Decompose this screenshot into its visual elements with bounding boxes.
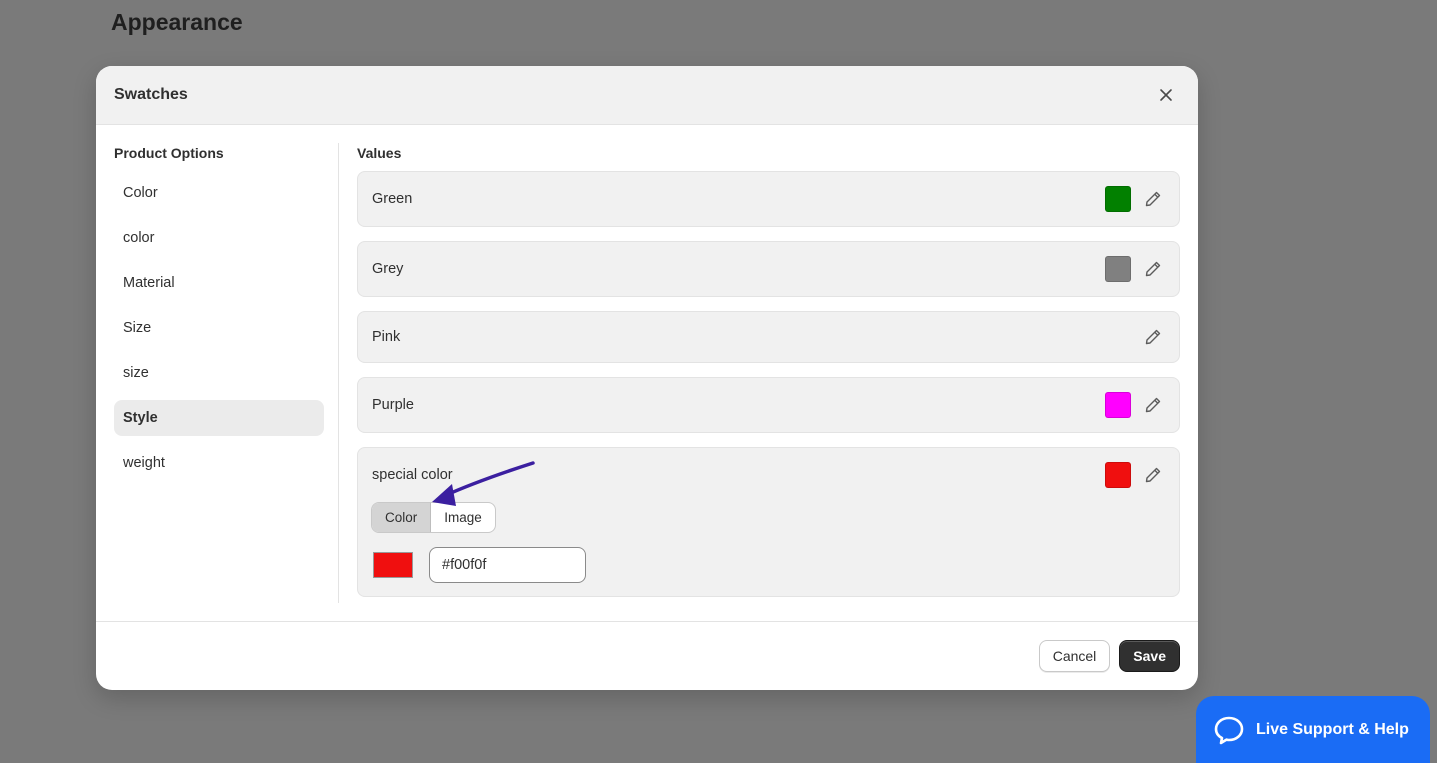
pencil-icon <box>1145 261 1161 277</box>
live-support-label: Live Support & Help <box>1256 720 1409 738</box>
tab-color[interactable]: Color <box>372 503 432 532</box>
value-card-pink: Pink <box>357 311 1180 363</box>
value-card-special-color: special color Color Image <box>357 447 1180 597</box>
modal-header: Swatches <box>96 66 1198 125</box>
color-preview[interactable] <box>373 552 413 578</box>
edit-button[interactable] <box>1141 187 1165 211</box>
modal-title: Swatches <box>114 86 188 103</box>
value-label: Pink <box>372 329 401 345</box>
value-label: Purple <box>372 397 414 413</box>
edit-button[interactable] <box>1141 257 1165 281</box>
value-card-grey: Grey <box>357 241 1180 297</box>
edit-button[interactable] <box>1141 393 1165 417</box>
modal-body: Product Options Color color Material Siz… <box>96 125 1198 622</box>
option-item-color[interactable]: Color <box>114 175 324 211</box>
values-list: Green Grey Pink Purple special color Col… <box>357 171 1180 597</box>
product-options-panel: Product Options Color color Material Siz… <box>114 145 324 490</box>
close-button[interactable] <box>1152 81 1180 109</box>
option-item-color-lower[interactable]: color <box>114 220 324 256</box>
live-support-button[interactable]: Live Support & Help <box>1196 696 1430 763</box>
hex-input[interactable] <box>429 547 586 583</box>
edit-button[interactable] <box>1141 463 1165 487</box>
value-label: special color <box>372 467 453 483</box>
color-swatch <box>1105 462 1131 488</box>
color-swatch <box>1105 256 1131 282</box>
value-label: Grey <box>372 261 404 277</box>
cancel-button[interactable]: Cancel <box>1038 640 1111 672</box>
product-options-heading: Product Options <box>114 145 224 161</box>
pencil-icon <box>1145 329 1161 345</box>
value-card-purple: Purple <box>357 377 1180 433</box>
values-heading: Values <box>357 145 402 161</box>
option-item-style[interactable]: Style <box>114 400 324 436</box>
swatch-editor: Color Image <box>358 502 1179 583</box>
save-button[interactable]: Save <box>1119 640 1180 672</box>
edit-button[interactable] <box>1141 325 1165 349</box>
option-item-size[interactable]: Size <box>114 310 324 346</box>
option-item-size-lower[interactable]: size <box>114 355 324 391</box>
pencil-icon <box>1145 191 1161 207</box>
option-item-weight[interactable]: weight <box>114 445 324 481</box>
value-card-green: Green <box>357 171 1180 227</box>
modal-footer: Cancel Save <box>96 621 1198 690</box>
swatches-modal: Swatches Product Options Color color Mat… <box>96 66 1198 690</box>
color-picker-row <box>371 547 1166 583</box>
pencil-icon <box>1145 467 1161 483</box>
column-divider <box>338 143 339 603</box>
chat-bubble-icon <box>1214 716 1244 744</box>
page-title: Appearance <box>111 9 243 35</box>
value-label: Green <box>372 191 413 207</box>
tab-image[interactable]: Image <box>431 503 495 532</box>
color-swatch <box>1105 186 1131 212</box>
product-options-list: Color color Material Size size Style wei… <box>114 175 324 481</box>
pencil-icon <box>1145 397 1161 413</box>
values-panel: Values Green Grey Pink Purple special co… <box>357 145 1180 611</box>
option-item-material[interactable]: Material <box>114 265 324 301</box>
swatch-type-toggle: Color Image <box>371 502 496 533</box>
close-icon <box>1160 89 1172 101</box>
color-swatch <box>1105 392 1131 418</box>
